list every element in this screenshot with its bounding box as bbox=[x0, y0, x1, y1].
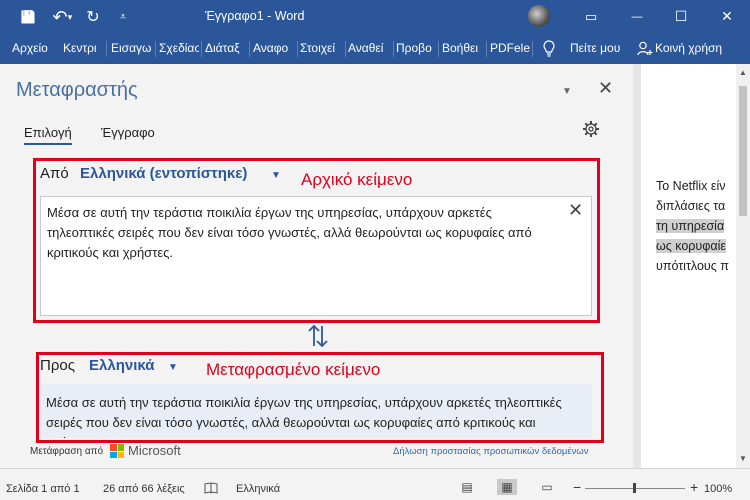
tab-review[interactable]: Αναθεί bbox=[348, 41, 391, 55]
zoom-out-button[interactable]: − bbox=[573, 479, 581, 495]
tab-selection[interactable]: Επιλογή bbox=[24, 125, 72, 145]
maximize-glyph: ☐ bbox=[674, 8, 688, 24]
translated-text: Μέσα σε αυτή την τεράστια ποικιλία έργων… bbox=[46, 395, 562, 438]
source-text-input[interactable]: Μέσα σε αυτή την τεράστια ποικιλία έργων… bbox=[40, 196, 592, 316]
clear-source-icon[interactable]: ✕ bbox=[568, 200, 583, 221]
translated-text-area: Μέσα σε αυτή την τεράστια ποικιλία έργων… bbox=[40, 384, 592, 438]
customize-quick-access-icon[interactable]: ⩡ bbox=[112, 6, 134, 28]
pane-options-chevron-icon[interactable]: ▼ bbox=[562, 86, 572, 97]
proofing-book-icon[interactable] bbox=[204, 482, 218, 494]
ribbon-divider bbox=[106, 41, 107, 57]
minimize-icon[interactable]: — bbox=[614, 0, 660, 33]
window-title: Έγγραφο1 - Word bbox=[205, 9, 305, 23]
document-line: διπλάσιες τα bbox=[656, 199, 726, 213]
document-line: Το Netflix είν bbox=[656, 179, 726, 193]
ribbon-display-options-icon[interactable]: ▭ bbox=[568, 0, 614, 33]
close-icon[interactable]: ✕ bbox=[704, 0, 750, 33]
customize-glyph: ⩡ bbox=[119, 10, 127, 23]
ribbon-divider bbox=[532, 41, 533, 57]
to-label: Προς bbox=[40, 357, 75, 374]
source-language-selector[interactable]: Ελληνικά (εντοπίστηκε) bbox=[80, 165, 247, 182]
tab-home[interactable]: Κεντρι bbox=[63, 41, 104, 55]
logo-square-green bbox=[117, 444, 124, 451]
scroll-down-icon[interactable]: ▼ bbox=[739, 454, 747, 463]
source-text: Μέσα σε αυτή την τεράστια ποικιλία έργων… bbox=[47, 205, 532, 260]
save-icon[interactable]: 💾 bbox=[17, 6, 39, 28]
tab-pdfelement[interactable]: PDFelei bbox=[490, 41, 530, 55]
ribbon-divider bbox=[345, 41, 346, 57]
scroll-up-icon[interactable]: ▲ bbox=[739, 68, 747, 77]
pane-title: Μεταφραστής bbox=[16, 79, 138, 101]
logo-square-blue bbox=[110, 451, 117, 458]
tab-view[interactable]: Προβο bbox=[396, 41, 436, 55]
target-language-selector[interactable]: Ελληνικά bbox=[89, 357, 154, 374]
undo-dropdown-icon[interactable]: ▾ bbox=[64, 6, 76, 28]
logo-square-red bbox=[110, 444, 117, 451]
scrollbar-thumb[interactable] bbox=[739, 86, 747, 216]
share-person-icon[interactable] bbox=[637, 41, 653, 56]
tab-help[interactable]: Βοήθει bbox=[442, 41, 484, 55]
ribbon-divider bbox=[155, 41, 156, 57]
ribbon-divider bbox=[249, 41, 250, 57]
document-line-selected: ως κορυφαίε bbox=[656, 239, 726, 253]
redo-glyph: ↻ bbox=[86, 9, 100, 26]
language-indicator[interactable]: Ελληνικά bbox=[236, 483, 280, 495]
avatar[interactable] bbox=[528, 5, 550, 27]
status-bar: Σελίδα 1 από 1 26 από 66 λέξεις Ελληνικά… bbox=[0, 468, 750, 500]
tab-design[interactable]: Σχεδίασ bbox=[159, 41, 199, 55]
target-language-chevron-down-icon[interactable]: ▼ bbox=[168, 362, 178, 373]
tab-insert[interactable]: Εισαγω bbox=[111, 41, 153, 55]
lightbulb-icon[interactable] bbox=[543, 40, 555, 58]
web-layout-icon[interactable]: ▭ bbox=[537, 479, 557, 495]
microsoft-logo-icon bbox=[110, 444, 124, 458]
target-annotation: Μεταφρασμένο κείμενο bbox=[206, 360, 381, 379]
document-line: υπότιτλους π bbox=[656, 259, 729, 273]
document-line-selected: τη υπηρεσία bbox=[656, 219, 725, 233]
minimize-glyph: — bbox=[631, 10, 643, 23]
translator-pane: Μεταφραστής ▼ ✕ Επιλογή Έγγραφο Από Ελλη… bbox=[0, 64, 633, 468]
privacy-link[interactable]: Δήλωση προστασίας προσωπικών δεδομένων bbox=[393, 446, 589, 457]
title-bar: 💾 ↶ ▾ ↻ ⩡ Έγγραφο1 - Word ▭ — ☐ ✕ bbox=[0, 0, 750, 33]
source-language-chevron-down-icon[interactable]: ▼ bbox=[271, 170, 281, 181]
zoom-level[interactable]: 100% bbox=[704, 483, 732, 495]
tab-file[interactable]: Αρχείο bbox=[12, 41, 52, 55]
gear-icon[interactable] bbox=[581, 119, 601, 139]
tab-mailings[interactable]: Στοιχεί bbox=[300, 41, 343, 55]
ribbon-divider bbox=[393, 41, 394, 57]
undo-caret-glyph: ▾ bbox=[67, 11, 73, 22]
tab-layout[interactable]: Διάταξ bbox=[205, 41, 247, 55]
source-annotation: Αρχικό κείμενο bbox=[301, 170, 413, 189]
translation-by-label: Μετάφραση από bbox=[30, 446, 104, 457]
share-button[interactable]: Κοινή χρήση bbox=[655, 41, 722, 55]
maximize-icon[interactable]: ☐ bbox=[658, 0, 704, 33]
swap-languages-icon[interactable] bbox=[306, 323, 330, 349]
ribbon-divider bbox=[297, 41, 298, 57]
from-label: Από bbox=[40, 165, 69, 182]
provider-name: Microsoft bbox=[128, 443, 181, 458]
print-layout-icon[interactable]: ▦ bbox=[497, 479, 517, 495]
ribbon-tabs: Αρχείο Κεντρι Εισαγω Σχεδίασ Διάταξ Αναφ… bbox=[0, 33, 750, 64]
ribbon-divider bbox=[486, 41, 487, 57]
tab-references[interactable]: Αναφο bbox=[253, 41, 295, 55]
tell-me-search[interactable]: Πείτε μου bbox=[570, 41, 620, 55]
focus-mode-icon[interactable]: ▤ bbox=[457, 479, 477, 495]
ribbon-display-glyph: ▭ bbox=[584, 8, 598, 24]
document-page[interactable]: Το Netflix είν διπλάσιες τα τη υπηρεσία … bbox=[641, 64, 736, 468]
redo-icon[interactable]: ↻ bbox=[82, 6, 104, 28]
tab-document[interactable]: Έγγραφο bbox=[101, 125, 155, 140]
pane-close-icon[interactable]: ✕ bbox=[598, 78, 613, 99]
save-glyph: 💾 bbox=[20, 10, 36, 24]
page-count[interactable]: Σελίδα 1 από 1 bbox=[6, 483, 80, 495]
zoom-slider-thumb[interactable] bbox=[633, 483, 636, 493]
ribbon-divider bbox=[438, 41, 439, 57]
vertical-scrollbar[interactable]: ▲ ▼ bbox=[736, 64, 750, 468]
zoom-in-button[interactable]: + bbox=[690, 479, 698, 495]
ribbon-divider bbox=[201, 41, 202, 57]
word-count[interactable]: 26 από 66 λέξεις bbox=[103, 483, 185, 495]
logo-square-yellow bbox=[117, 451, 124, 458]
close-glyph: ✕ bbox=[721, 8, 733, 24]
